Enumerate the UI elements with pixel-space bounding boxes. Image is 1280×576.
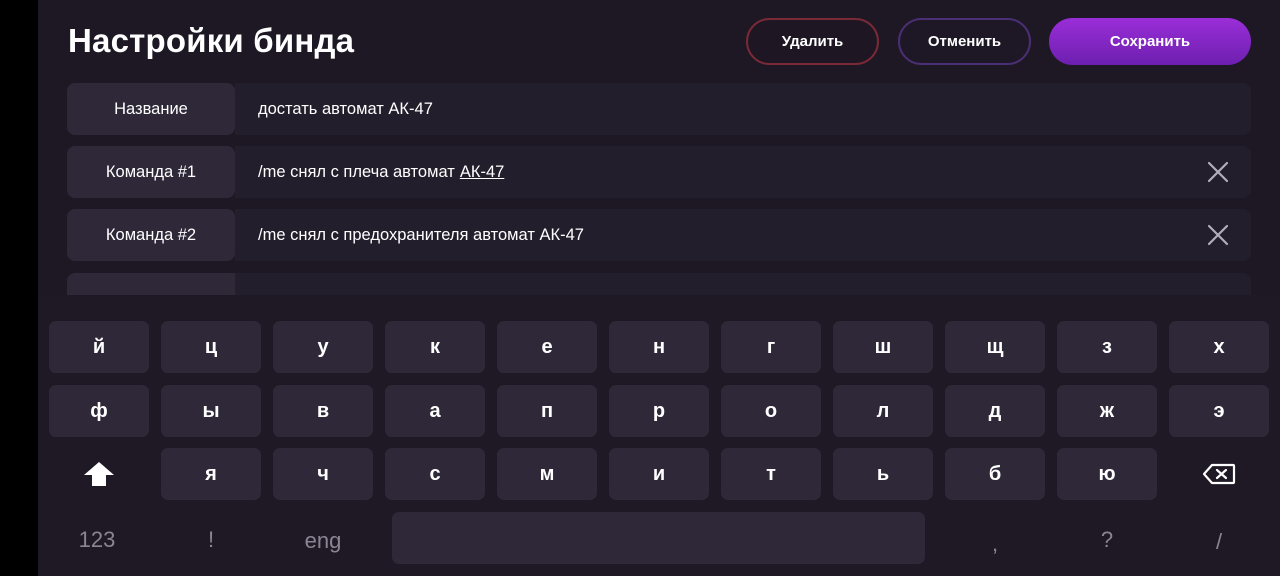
key-ю[interactable]: ю (1057, 448, 1157, 500)
language-key[interactable]: eng (273, 515, 373, 567)
key-ш[interactable]: ш (833, 321, 933, 373)
page-title: Настройки бинда (68, 22, 355, 59)
key-а[interactable]: а (385, 385, 485, 437)
command2-input[interactable]: /me снял с предохранителя автомат АК-47 (235, 209, 1251, 261)
key-л[interactable]: л (833, 385, 933, 437)
key-х[interactable]: х (1169, 321, 1269, 373)
key-б[interactable]: б (945, 448, 1045, 500)
command1-value: /me снял с плеча автомат (258, 162, 455, 181)
key-е[interactable]: е (497, 321, 597, 373)
key-к[interactable]: к (385, 321, 485, 373)
delete-button[interactable]: Удалить (746, 18, 879, 65)
command1-input[interactable]: /me снял с плеча автомат АК-47 (235, 146, 1251, 198)
key-й[interactable]: й (49, 321, 149, 373)
command3-row-partial[interactable] (67, 273, 1251, 295)
cancel-button[interactable]: Отменить (898, 18, 1031, 65)
name-label: Название (67, 83, 235, 135)
key-ь[interactable]: ь (833, 448, 933, 500)
key-ч[interactable]: ч (273, 448, 373, 500)
save-button[interactable]: Сохранить (1049, 18, 1251, 65)
comma-key[interactable]: , (945, 518, 1045, 570)
key-ц[interactable]: ц (161, 321, 261, 373)
key-р[interactable]: р (609, 385, 709, 437)
shift-key[interactable] (49, 448, 149, 500)
name-value: достать автомат АК-47 (258, 99, 433, 118)
key-у[interactable]: у (273, 321, 373, 373)
name-input[interactable]: достать автомат АК-47 (235, 83, 1251, 135)
key-ж[interactable]: ж (1057, 385, 1157, 437)
command3-label-partial (67, 273, 235, 295)
command1-label: Команда #1 (67, 146, 235, 198)
key-я[interactable]: я (161, 448, 261, 500)
key-с[interactable]: с (385, 448, 485, 500)
backspace-icon (1202, 463, 1236, 485)
command2-row: Команда #2 /me снял с предохранителя авт… (67, 209, 1251, 261)
command1-value-highlight: АК-47 (459, 162, 505, 181)
key-п[interactable]: п (497, 385, 597, 437)
key-н[interactable]: н (609, 321, 709, 373)
key-ф[interactable]: ф (49, 385, 149, 437)
command2-label: Команда #2 (67, 209, 235, 261)
question-key[interactable]: ? (1057, 514, 1157, 566)
key-з[interactable]: з (1057, 321, 1157, 373)
on-screen-keyboard: й ц у к е н г ш щ з х ф ы в а п р о л д … (38, 295, 1280, 576)
key-о[interactable]: о (721, 385, 821, 437)
left-edge (0, 0, 38, 576)
key-ы[interactable]: ы (161, 385, 261, 437)
slash-key[interactable]: / (1169, 516, 1269, 568)
key-э[interactable]: э (1169, 385, 1269, 437)
name-row: Название достать автомат АК-47 (67, 83, 1251, 135)
key-т[interactable]: т (721, 448, 821, 500)
key-щ[interactable]: щ (945, 321, 1045, 373)
key-в[interactable]: в (273, 385, 373, 437)
exclamation-key[interactable]: ! (161, 514, 261, 566)
key-г[interactable]: г (721, 321, 821, 373)
numbers-key[interactable]: 123 (47, 514, 147, 566)
close-icon[interactable] (1207, 224, 1229, 246)
command2-value: /me снял с предохранителя автомат АК-47 (258, 225, 584, 244)
key-и[interactable]: и (609, 448, 709, 500)
key-д[interactable]: д (945, 385, 1045, 437)
close-icon[interactable] (1207, 161, 1229, 183)
shift-icon (84, 462, 114, 486)
backspace-key[interactable] (1169, 448, 1269, 500)
command1-row: Команда #1 /me снял с плеча автомат АК-4… (67, 146, 1251, 198)
key-м[interactable]: м (497, 448, 597, 500)
space-key[interactable] (392, 512, 925, 564)
